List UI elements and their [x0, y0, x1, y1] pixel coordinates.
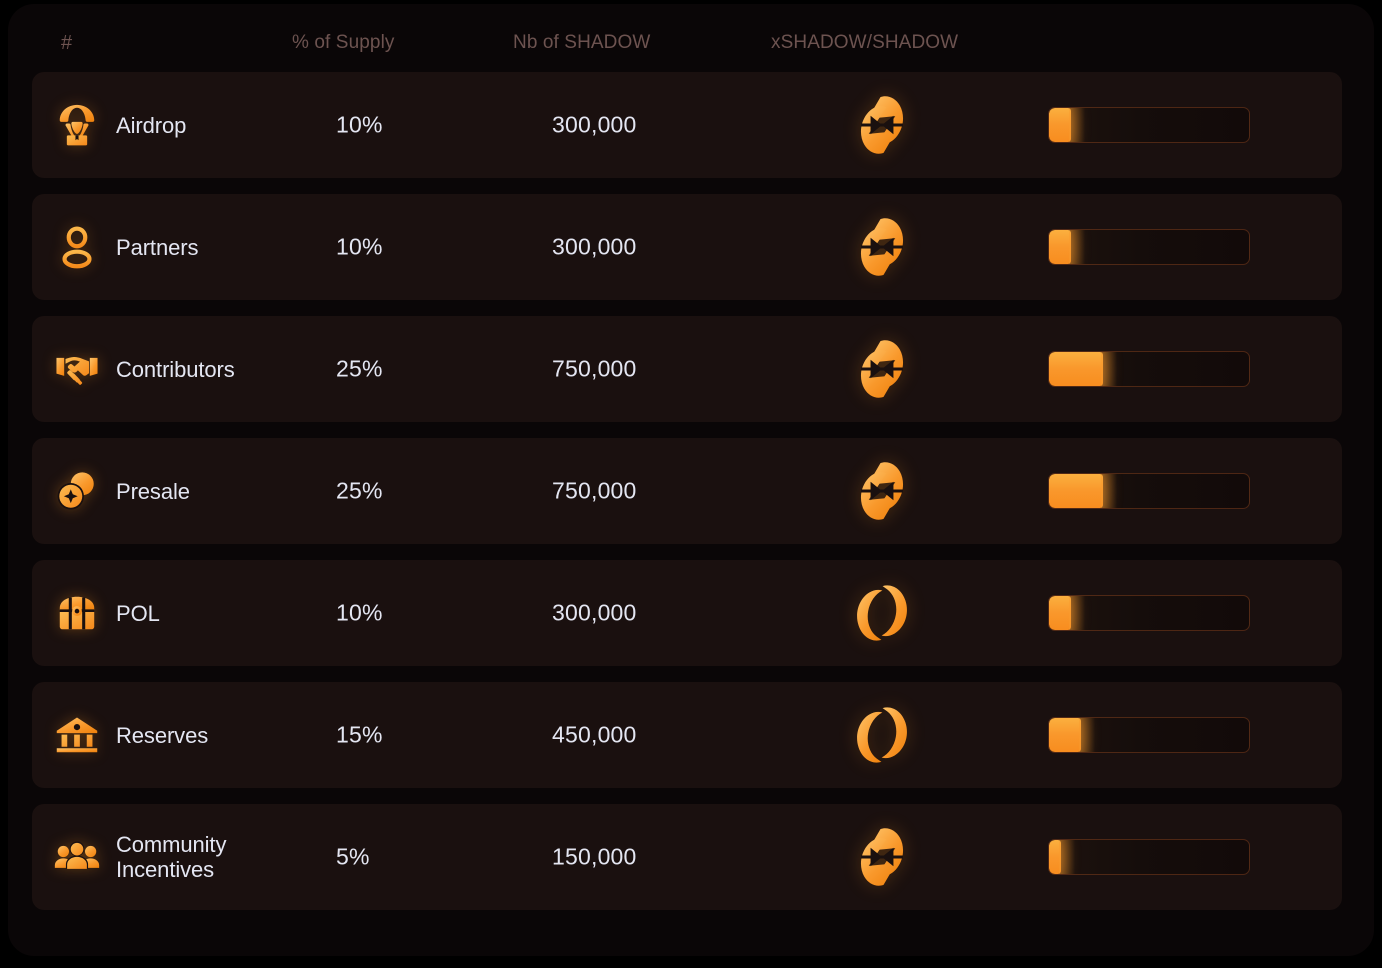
- table-row[interactable]: Community Incentives 5% 150,000: [32, 804, 1342, 910]
- parachute-package-icon: [54, 102, 100, 148]
- table-row[interactable]: Reserves 15% 450,000: [32, 682, 1342, 788]
- allocation-label: Reserves: [116, 722, 209, 748]
- shadow-amount-value: 750,000: [552, 355, 637, 382]
- column-header-nb-shadow: Nb of SHADOW: [513, 32, 651, 53]
- supply-share-bar: [1048, 839, 1250, 875]
- people-group-icon: [54, 834, 100, 880]
- table-row[interactable]: POL 10% 300,000: [32, 560, 1342, 666]
- allocation-label: Presale: [116, 478, 190, 504]
- allocation-name-cell: POL: [54, 590, 314, 636]
- shadow-amount-value: 750,000: [552, 477, 637, 504]
- xshadow-logo: [847, 90, 917, 160]
- supply-share-bar-track: [1048, 107, 1250, 143]
- shadow-amount-value: 300,000: [552, 233, 637, 260]
- supply-share-bar-fill: [1049, 352, 1117, 386]
- user-icon: [54, 224, 100, 270]
- table-row[interactable]: Presale 25% 750,000: [32, 438, 1342, 544]
- allocation-label: Contributors: [116, 356, 235, 382]
- table-row[interactable]: Contributors 25% 750,000: [32, 316, 1342, 422]
- treasure-chest-icon: [54, 590, 100, 636]
- shadow-amount-value: 300,000: [552, 111, 637, 138]
- tokenomics-panel: # % of Supply Nb of SHADOW xSHADOW/SHADO…: [8, 4, 1374, 956]
- shadow-logo: [847, 578, 917, 648]
- xshadow-logo: [847, 334, 917, 404]
- table-row[interactable]: Partners 10% 300,000: [32, 194, 1342, 300]
- allocation-label: POL: [116, 600, 160, 626]
- supply-share-bar: [1048, 595, 1250, 631]
- supply-percent-value: 15%: [336, 721, 383, 748]
- supply-percent-value: 25%: [336, 355, 383, 382]
- supply-share-bar-fill: [1049, 840, 1075, 874]
- supply-share-bar: [1048, 473, 1250, 509]
- handshake-icon: [54, 346, 100, 392]
- bank-icon: [54, 712, 100, 758]
- shadow-logo: [847, 700, 917, 770]
- supply-share-bar-fill: [1049, 474, 1117, 508]
- supply-percent-value: 10%: [336, 233, 383, 260]
- supply-share-bar-fill: [1049, 596, 1085, 630]
- supply-percent-value: 5%: [336, 843, 370, 870]
- allocation-name-cell: Contributors: [54, 346, 314, 392]
- supply-share-bar-track: [1048, 229, 1250, 265]
- supply-share-bar-track: [1048, 717, 1250, 753]
- supply-share-bar: [1048, 717, 1250, 753]
- allocation-name-cell: Community Incentives: [54, 832, 314, 882]
- allocation-label: Partners: [116, 234, 199, 260]
- supply-percent-value: 10%: [336, 111, 383, 138]
- column-header-supply: % of Supply: [292, 32, 395, 53]
- column-header-xshadow-ratio: xSHADOW/SHADOW: [771, 32, 959, 53]
- supply-percent-value: 10%: [336, 599, 383, 626]
- supply-share-bar-fill: [1049, 718, 1095, 752]
- supply-share-bar-track: [1048, 473, 1250, 509]
- supply-share-bar: [1048, 351, 1250, 387]
- supply-share-bar-track: [1048, 839, 1250, 875]
- xshadow-logo: [847, 212, 917, 282]
- table-header: # % of Supply Nb of SHADOW xSHADOW/SHADO…: [8, 4, 1374, 72]
- allocation-name-cell: Partners: [54, 224, 314, 270]
- allocation-label: Airdrop: [116, 112, 187, 138]
- table-row[interactable]: Airdrop 10% 300,000: [32, 72, 1342, 178]
- supply-share-bar-track: [1048, 351, 1250, 387]
- supply-share-bar-fill: [1049, 108, 1085, 142]
- coins-sparkle-icon: [54, 468, 100, 514]
- allocation-name-cell: Airdrop: [54, 102, 314, 148]
- shadow-amount-value: 150,000: [552, 843, 637, 870]
- allocation-label: Community Incentives: [116, 832, 227, 882]
- supply-percent-value: 25%: [336, 477, 383, 504]
- shadow-amount-value: 300,000: [552, 599, 637, 626]
- supply-share-bar: [1048, 107, 1250, 143]
- column-header-index: #: [61, 32, 73, 54]
- allocation-name-cell: Reserves: [54, 712, 314, 758]
- xshadow-logo: [847, 822, 917, 892]
- supply-share-bar-track: [1048, 595, 1250, 631]
- tokenomics-row-list: Airdrop 10% 300,000 Partners 10% 300,000: [32, 72, 1342, 910]
- supply-share-bar-fill: [1049, 230, 1085, 264]
- xshadow-logo: [847, 456, 917, 526]
- shadow-amount-value: 450,000: [552, 721, 637, 748]
- supply-share-bar: [1048, 229, 1250, 265]
- allocation-name-cell: Presale: [54, 468, 314, 514]
